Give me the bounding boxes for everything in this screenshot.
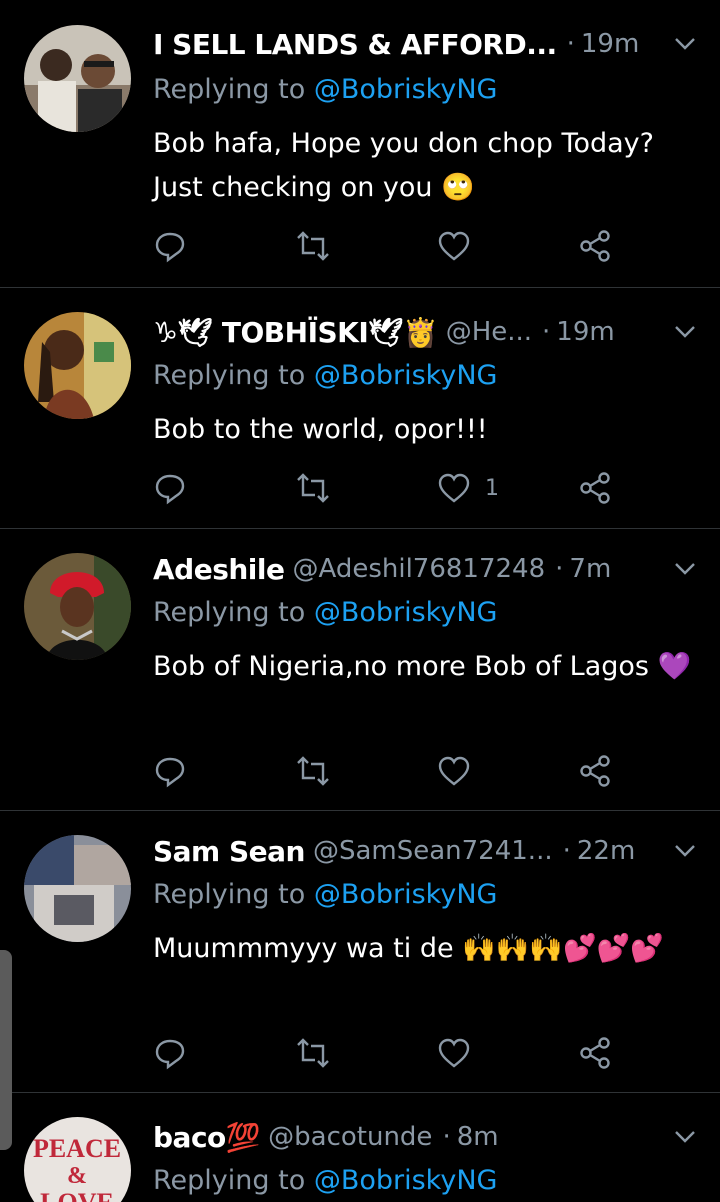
chevron-down-icon[interactable] (670, 29, 700, 59)
share-icon (579, 754, 611, 788)
tweet-text: Bob to the world, opor!!! (153, 414, 488, 445)
retweet-icon (295, 754, 331, 788)
replying-to-label: Replying to (153, 597, 306, 628)
share-button[interactable] (579, 468, 611, 508)
share-button[interactable] (579, 226, 611, 266)
author-name[interactable]: Sam Sean (153, 835, 305, 868)
separator-dot: · (566, 29, 575, 59)
like-icon (437, 1037, 471, 1069)
reply-icon (153, 471, 187, 505)
retweet-button[interactable] (295, 226, 437, 266)
author-handle[interactable]: @Adeshil76817248 (293, 554, 546, 584)
reply-icon (153, 1036, 187, 1070)
retweet-button[interactable] (295, 1033, 437, 1073)
tweet[interactable]: Sam Sean @SamSean7241... · 22m Replying … (0, 811, 720, 1093)
mention-link[interactable]: @BobriskyNG (314, 879, 498, 910)
tweet[interactable]: I SELL LANDS & AFFORD... · 19m Replying … (0, 0, 720, 288)
tweet-actions (153, 751, 623, 791)
author-handle[interactable]: @He... (446, 317, 532, 347)
like-icon (437, 230, 471, 262)
replying-to-label: Replying to (153, 879, 306, 910)
tweet[interactable]: PEACE & LOVE baco💯 @bacotunde · 8m Reply… (0, 1093, 720, 1202)
avatar[interactable]: PEACE & LOVE (24, 1117, 131, 1202)
separator-dot: · (555, 554, 564, 584)
timestamp[interactable]: 8m (457, 1122, 499, 1152)
share-icon (579, 229, 611, 263)
author-name[interactable]: baco💯 (153, 1121, 261, 1154)
replying-to-label: Replying to (153, 74, 306, 105)
reply-button[interactable] (153, 468, 295, 508)
share-icon (579, 1036, 611, 1070)
replying-to: Replying to @BobriskyNG (153, 74, 497, 105)
tweet[interactable]: Adeshile @Adeshil76817248 · 7m Replying … (0, 529, 720, 811)
reply-icon (153, 229, 187, 263)
timestamp[interactable]: 7m (569, 554, 611, 584)
retweet-icon (295, 471, 331, 505)
chevron-down-icon[interactable] (670, 554, 700, 584)
scrollbar[interactable] (0, 950, 12, 1150)
share-button[interactable] (579, 751, 611, 791)
like-icon (437, 472, 471, 504)
like-icon (437, 755, 471, 787)
reply-button[interactable] (153, 751, 295, 791)
replying-to: Replying to @BobriskyNG (153, 1165, 497, 1196)
timestamp[interactable]: 19m (556, 317, 614, 347)
like-button[interactable] (437, 1033, 579, 1073)
like-button[interactable] (437, 751, 579, 791)
tweet-actions: 1 (153, 468, 623, 508)
replying-to: Replying to @BobriskyNG (153, 360, 497, 391)
author-name[interactable]: Adeshile (153, 553, 285, 586)
reply-button[interactable] (153, 226, 295, 266)
mention-link[interactable]: @BobriskyNG (314, 74, 498, 105)
replying-to-label: Replying to (153, 1165, 306, 1196)
tweet-text: Bob hafa, Hope you don chop Today? Just … (153, 128, 654, 203)
retweet-icon (295, 1036, 331, 1070)
replying-to-label: Replying to (153, 360, 306, 391)
tweet-text: Muummmyyy wa ti de 🙌🙌🙌💕💕💕 (153, 933, 664, 964)
avatar[interactable] (24, 312, 131, 419)
chevron-down-icon[interactable] (670, 836, 700, 866)
chevron-down-icon[interactable] (670, 1122, 700, 1152)
like-button[interactable]: 1 (437, 468, 579, 508)
replying-to: Replying to @BobriskyNG (153, 879, 497, 910)
author-handle[interactable]: @SamSean7241... (313, 836, 553, 866)
avatar-ampersand-text: & (67, 1163, 87, 1189)
author-name[interactable]: ♑🕊 TOBHÏSKI🕊👸 (153, 316, 438, 349)
retweet-button[interactable] (295, 751, 437, 791)
avatar-peace-text: PEACE (33, 1134, 121, 1163)
tweet-actions (153, 226, 623, 266)
separator-dot: · (542, 317, 551, 347)
share-button[interactable] (579, 1033, 611, 1073)
replying-to: Replying to @BobriskyNG (153, 597, 497, 628)
separator-dot: · (442, 1122, 451, 1152)
avatar[interactable] (24, 835, 131, 942)
author-name[interactable]: I SELL LANDS & AFFORD... (153, 28, 557, 61)
mention-link[interactable]: @BobriskyNG (314, 360, 498, 391)
retweet-button[interactable] (295, 468, 437, 508)
tweet[interactable]: ♑🕊 TOBHÏSKI🕊👸 @He... · 19m Replying to @… (0, 288, 720, 529)
share-icon (579, 471, 611, 505)
tweet-text: Bob of Nigeria,no more Bob of Lagos 💜 (153, 651, 692, 682)
chevron-down-icon[interactable] (670, 317, 700, 347)
avatar[interactable] (24, 25, 131, 132)
reply-button[interactable] (153, 1033, 295, 1073)
tweet-actions (153, 1033, 623, 1073)
mention-link[interactable]: @BobriskyNG (314, 1165, 498, 1196)
author-handle[interactable]: @bacotunde (268, 1122, 432, 1152)
retweet-icon (295, 229, 331, 263)
like-count: 1 (485, 475, 499, 501)
like-button[interactable] (437, 226, 579, 266)
reply-icon (153, 754, 187, 788)
avatar-love-text: LOVE (40, 1188, 114, 1202)
tweet-feed: I SELL LANDS & AFFORD... · 19m Replying … (0, 0, 720, 1202)
avatar[interactable] (24, 553, 131, 660)
timestamp[interactable]: 22m (577, 836, 635, 866)
separator-dot: · (562, 836, 571, 866)
mention-link[interactable]: @BobriskyNG (314, 597, 498, 628)
timestamp[interactable]: 19m (581, 29, 639, 59)
